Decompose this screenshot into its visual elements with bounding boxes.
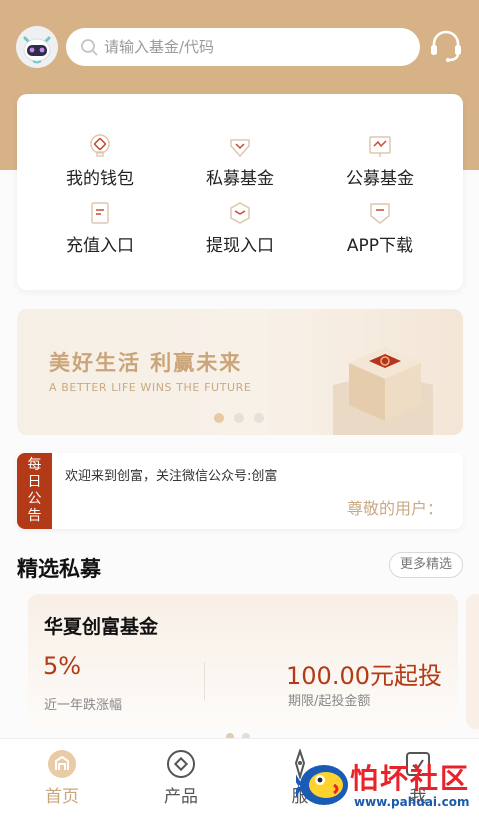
product-icon — [167, 750, 195, 778]
menu-item-public-fund[interactable]: 公募基金 — [310, 134, 450, 194]
site-watermark: 怕坏社区 www.pahuai.com — [296, 753, 474, 815]
notice-tag-char: 告 — [27, 508, 42, 524]
notice-tag-char: 公 — [27, 491, 42, 507]
notice-tag-char: 日 — [27, 474, 42, 490]
fish-logo-icon — [296, 765, 348, 805]
promo-banner[interactable]: 美好生活 利赢未来 A BETTER LIFE WINS THE FUTURE — [17, 309, 463, 435]
recharge-icon — [91, 202, 109, 224]
menu-item-app-download[interactable]: APP下载 — [310, 201, 450, 261]
banner-dot[interactable] — [254, 413, 264, 423]
fund-amount-label: 期限/起投金额 — [288, 694, 371, 709]
watermark-url: www.pahuai.com — [354, 795, 470, 809]
nav-label-home: 首页 — [45, 787, 79, 807]
search-icon — [81, 39, 98, 56]
withdraw-icon — [230, 202, 250, 224]
notice-tag: 每 日 公 告 — [17, 453, 52, 529]
top-header: 请输入基金/代码 — [0, 24, 479, 68]
nav-product[interactable]: 产品 — [141, 749, 221, 811]
notice-text: 欢迎来到创富，关注微信公众号:创富 — [65, 469, 278, 484]
section-title-featured: 精选私募 — [17, 557, 101, 581]
gift-box-illustration — [333, 347, 433, 435]
banner-dot-active[interactable] — [214, 413, 224, 423]
menu-label-wallet: 我的钱包 — [66, 169, 134, 189]
fund-name: 华夏创富基金 — [44, 616, 159, 638]
notice-tag-char: 每 — [27, 457, 42, 473]
banner-dot[interactable] — [234, 413, 244, 423]
robot-avatar-icon[interactable] — [16, 26, 58, 68]
wallet-icon — [90, 134, 110, 157]
quick-menu-card: 我的钱包 私募基金 公募基金 充值入口 提现入口 APP下载 — [17, 94, 463, 290]
home-icon — [48, 750, 76, 778]
menu-label-recharge: 充值入口 — [66, 236, 134, 256]
headset-icon[interactable] — [428, 28, 464, 64]
nav-label-product: 产品 — [164, 787, 198, 807]
menu-item-wallet[interactable]: 我的钱包 — [30, 134, 170, 194]
menu-item-recharge[interactable]: 充值入口 — [30, 201, 170, 261]
fund-card[interactable]: 华夏创富基金 5% 近一年跌涨幅 100.00元起投 期限/起投金额 — [28, 594, 458, 729]
fund-rate-label: 近一年跌涨幅 — [44, 698, 123, 713]
menu-item-withdraw[interactable]: 提现入口 — [170, 201, 310, 261]
search-placeholder: 请输入基金/代码 — [104, 38, 215, 56]
fund-min-amount: 100.00元起投 — [286, 662, 442, 690]
download-icon — [370, 203, 390, 224]
public-fund-icon — [369, 136, 391, 157]
watermark-text: 怕坏社区 — [350, 762, 471, 795]
daily-notice[interactable]: 每 日 公 告 欢迎来到创富，关注微信公众号:创富 尊敬的用户： — [17, 453, 463, 529]
menu-label-public-fund: 公募基金 — [346, 169, 414, 189]
banner-title: 美好生活 利赢未来 — [49, 351, 243, 375]
notice-greeting: 尊敬的用户： — [347, 499, 444, 518]
menu-item-private-fund[interactable]: 私募基金 — [170, 134, 310, 194]
fund-divider — [204, 662, 205, 700]
search-input[interactable]: 请输入基金/代码 — [66, 28, 420, 66]
private-fund-icon — [230, 139, 250, 158]
more-featured-button[interactable]: 更多精选 — [389, 552, 463, 578]
menu-label-private-fund: 私募基金 — [206, 169, 274, 189]
banner-pagination — [214, 413, 266, 423]
next-fund-card-peek[interactable] — [466, 594, 479, 729]
menu-label-withdraw: 提现入口 — [206, 236, 274, 256]
fund-rate: 5% — [43, 652, 82, 680]
nav-home[interactable]: 首页 — [22, 749, 102, 811]
menu-label-app-download: APP下载 — [346, 236, 414, 256]
banner-subtitle: A BETTER LIFE WINS THE FUTURE — [49, 381, 252, 394]
